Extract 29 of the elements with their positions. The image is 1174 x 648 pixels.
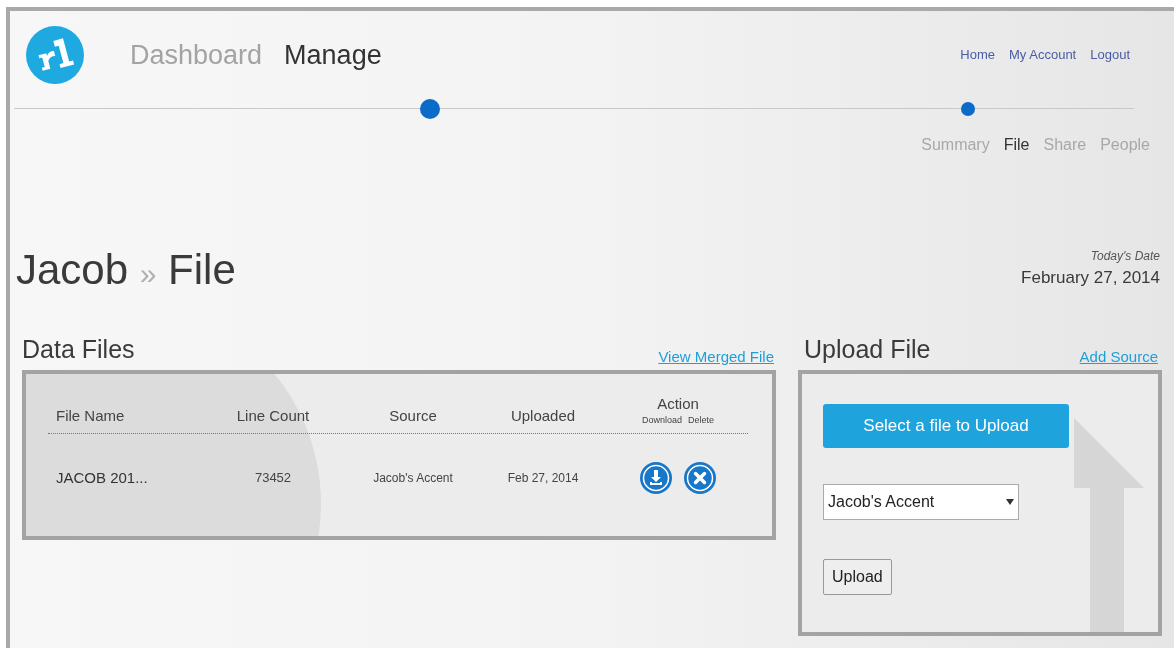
logo-icon[interactable] — [26, 26, 84, 84]
date-label: Today's Date — [1090, 248, 1160, 265]
view-merged-file-link[interactable]: View Merged File — [658, 345, 774, 368]
column-header: Line Count — [235, 405, 311, 426]
date-value: February 27, 2014 — [1021, 267, 1160, 289]
column-sublabel: Delete — [688, 413, 714, 427]
column-header: File Name — [55, 405, 126, 426]
header-link[interactable]: Home — [960, 45, 996, 65]
header-link[interactable]: My Account — [1009, 45, 1077, 65]
nav-tab[interactable]: Manage — [284, 34, 382, 76]
source-dropdown[interactable]: Jacob's Accent — [823, 484, 1019, 520]
dropdown-arrow-icon — [1006, 499, 1014, 505]
upload-button[interactable]: Upload — [823, 559, 892, 595]
table-cell-text: Feb 27, 2014 — [506, 470, 580, 487]
delete-icon[interactable] — [683, 461, 717, 495]
column-sublabel: Download — [641, 413, 682, 427]
select-file-button[interactable]: Select a file to Upload — [823, 404, 1069, 448]
column-header: Source — [388, 405, 438, 426]
header-link[interactable]: Logout — [1090, 45, 1130, 65]
column-header: Action — [657, 394, 699, 414]
table-cell-text: JACOB 201... — [55, 467, 149, 488]
sub-nav-tab[interactable]: File — [1003, 133, 1030, 157]
table-cell-text: 73452 — [253, 469, 293, 488]
section-title: Upload File — [804, 333, 931, 365]
page-title: Jacob » File — [16, 248, 236, 291]
column-header: Uploaded — [509, 405, 577, 426]
download-icon[interactable] — [639, 461, 673, 495]
section-title: Data Files — [22, 333, 135, 365]
table-cell-text: Jacob's Accent — [372, 470, 454, 487]
